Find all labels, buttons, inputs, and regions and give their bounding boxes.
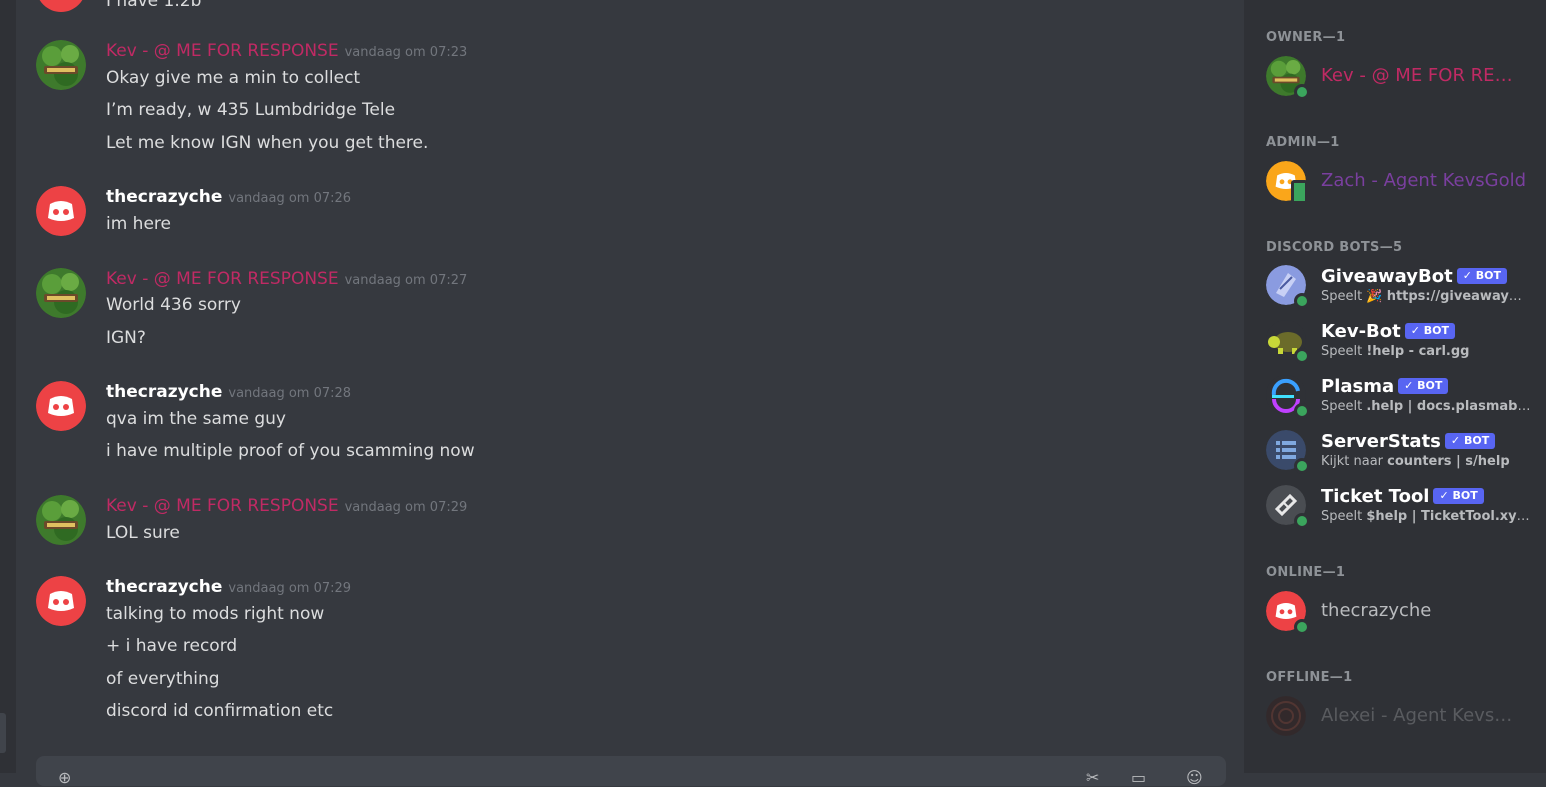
message-composer[interactable]: ⊕ ✂ ▭ ☺ bbox=[36, 756, 1226, 787]
message-line: qva im the same guy bbox=[106, 409, 286, 429]
discord-default-avatar[interactable] bbox=[36, 381, 86, 431]
bot-badge: ✓ BOT bbox=[1444, 433, 1496, 449]
timestamp[interactable]: vandaag om 07:27 bbox=[345, 273, 468, 288]
message-line: I’m ready, w 435 Lumbdridge Tele bbox=[106, 100, 396, 120]
bot-activity: Speelt !help - carl.gg bbox=[1321, 344, 1470, 359]
timestamp[interactable]: vandaag om 07:26 bbox=[228, 191, 351, 206]
server-list-rail bbox=[0, 0, 16, 773]
avatar-partial[interactable] bbox=[36, 0, 86, 12]
member-name: thecrazyche bbox=[1321, 600, 1432, 621]
member-online[interactable]: thecrazyche bbox=[1266, 591, 1541, 635]
online-status-icon bbox=[1294, 619, 1310, 635]
kevsgold-logo-avatar[interactable] bbox=[36, 268, 86, 318]
category-offline: OFFLINE—1 bbox=[1266, 670, 1353, 685]
online-status-icon bbox=[1294, 84, 1310, 100]
seal-avatar bbox=[1266, 696, 1306, 736]
message-line: LOL sure bbox=[106, 523, 180, 543]
message-line: talking to mods right now bbox=[106, 604, 325, 624]
emoji-icon[interactable]: ☺ bbox=[1186, 768, 1203, 787]
online-status-icon bbox=[1294, 348, 1310, 364]
author-name[interactable]: Kev - @ ME FOR RESPONSE bbox=[106, 496, 339, 516]
bot-name: ServerStats ✓ BOT bbox=[1321, 430, 1496, 454]
author-name[interactable]: Kev - @ ME FOR RESPONSE bbox=[106, 41, 339, 61]
member-bot[interactable]: Kev-Bot ✓ BOT Speelt !help - carl.gg bbox=[1266, 320, 1541, 364]
message-header: Kev - @ ME FOR RESPONSE vandaag om 07:27 bbox=[106, 268, 467, 292]
timestamp[interactable]: vandaag om 07:23 bbox=[345, 45, 468, 60]
member-owner[interactable]: Kev - @ ME FOR RESPONSE bbox=[1266, 56, 1541, 100]
author-name[interactable]: thecrazyche bbox=[106, 187, 222, 207]
message-header: thecrazyche vandaag om 07:26 bbox=[106, 186, 351, 210]
member-list: OWNER—1 Kev - @ ME FOR RESPONSE ADMIN—1 … bbox=[1244, 0, 1546, 773]
discord-default-avatar[interactable] bbox=[36, 576, 86, 626]
category-bots: DISCORD BOTS—5 bbox=[1266, 240, 1403, 255]
gift-icon[interactable]: ✂ bbox=[1086, 768, 1099, 787]
online-status-icon bbox=[1294, 458, 1310, 474]
category-owner: OWNER—1 bbox=[1266, 30, 1346, 45]
message-line: World 436 sorry bbox=[106, 295, 241, 315]
bot-badge: ✓ BOT bbox=[1433, 488, 1484, 504]
bot-name: Ticket Tool ✓ BOT bbox=[1321, 485, 1484, 509]
chat-pane: I have 1.2b Kev - @ ME FOR RESPONSE vanda… bbox=[16, 0, 1244, 773]
author-name[interactable]: thecrazyche bbox=[106, 577, 222, 597]
member-bot[interactable]: Plasma ✓ BOT Speelt .help | docs.plasmabo… bbox=[1266, 375, 1541, 419]
member-bot[interactable]: GiveawayBot ✓ BOT Speelt 🎉 https://giveaw… bbox=[1266, 265, 1541, 309]
message-line: IGN? bbox=[106, 328, 146, 348]
author-name[interactable]: Kev - @ ME FOR RESPONSE bbox=[106, 269, 339, 289]
member-bot[interactable]: Ticket Tool ✓ BOT Speelt $help | TicketTo… bbox=[1266, 485, 1541, 529]
party-popper-icon: 🎉 bbox=[1366, 289, 1383, 304]
member-name: Alexei - Agent KevsGold bbox=[1321, 705, 1526, 726]
bot-badge: ✓ BOT bbox=[1456, 268, 1507, 284]
bot-activity: Speelt .help | docs.plasmabot.xyz bbox=[1321, 399, 1531, 414]
bot-badge: ✓ BOT bbox=[1404, 323, 1456, 339]
message-header: Kev - @ ME FOR RESPONSE vandaag om 07:29 bbox=[106, 495, 467, 519]
author-name[interactable]: thecrazyche bbox=[106, 382, 222, 402]
message-header: thecrazyche vandaag om 07:28 bbox=[106, 381, 351, 405]
discord-default-avatar[interactable] bbox=[36, 186, 86, 236]
rail-indicator bbox=[0, 713, 6, 753]
mobile-status-icon bbox=[1291, 180, 1308, 204]
bot-activity: Speelt $help | TicketTool.xyz | Ticketin… bbox=[1321, 509, 1531, 524]
online-status-icon bbox=[1294, 403, 1310, 419]
category-admin: ADMIN—1 bbox=[1266, 135, 1340, 150]
bot-activity: Speelt 🎉 https://giveawaybot.party bbox=[1321, 289, 1531, 304]
member-offline[interactable]: Alexei - Agent KevsGold bbox=[1266, 696, 1541, 740]
kevsgold-logo-avatar[interactable] bbox=[36, 40, 86, 90]
message-line: im here bbox=[106, 214, 171, 234]
online-status-icon bbox=[1294, 293, 1310, 309]
add-attachment-icon[interactable]: ⊕ bbox=[58, 768, 71, 787]
message-line: of everything bbox=[106, 669, 220, 689]
bot-name: Kev-Bot ✓ BOT bbox=[1321, 320, 1456, 344]
message-header: Kev - @ ME FOR RESPONSE vandaag om 07:23 bbox=[106, 40, 467, 64]
bot-name: GiveawayBot ✓ BOT bbox=[1321, 265, 1507, 289]
message-line-partial: I have 1.2b bbox=[106, 0, 202, 11]
kevsgold-logo-avatar[interactable] bbox=[36, 495, 86, 545]
message-line: + i have record bbox=[106, 636, 238, 656]
message-header: thecrazyche vandaag om 07:29 bbox=[106, 576, 351, 600]
member-admin[interactable]: Zach - Agent KevsGold bbox=[1266, 161, 1541, 205]
member-name: Zach - Agent KevsGold bbox=[1321, 170, 1526, 191]
bot-name: Plasma ✓ BOT bbox=[1321, 375, 1449, 399]
bot-activity: Kijkt naar counters | s/help bbox=[1321, 454, 1510, 469]
message-line: discord id confirmation etc bbox=[106, 701, 334, 721]
bot-badge: ✓ BOT bbox=[1398, 378, 1449, 394]
member-bot[interactable]: ServerStats ✓ BOT Kijkt naar counters | s… bbox=[1266, 430, 1541, 474]
timestamp[interactable]: vandaag om 07:29 bbox=[228, 581, 351, 596]
message-line: i have multiple proof of you scamming no… bbox=[106, 441, 475, 461]
category-online: ONLINE—1 bbox=[1266, 565, 1346, 580]
online-status-icon bbox=[1294, 513, 1310, 529]
message-line: Okay give me a min to collect bbox=[106, 68, 361, 88]
timestamp[interactable]: vandaag om 07:29 bbox=[345, 500, 468, 515]
message-line: Let me know IGN when you get there. bbox=[106, 133, 429, 153]
gif-icon[interactable]: ▭ bbox=[1131, 768, 1146, 787]
timestamp[interactable]: vandaag om 07:28 bbox=[228, 386, 351, 401]
member-name: Kev - @ ME FOR RESPONSE bbox=[1321, 65, 1521, 86]
